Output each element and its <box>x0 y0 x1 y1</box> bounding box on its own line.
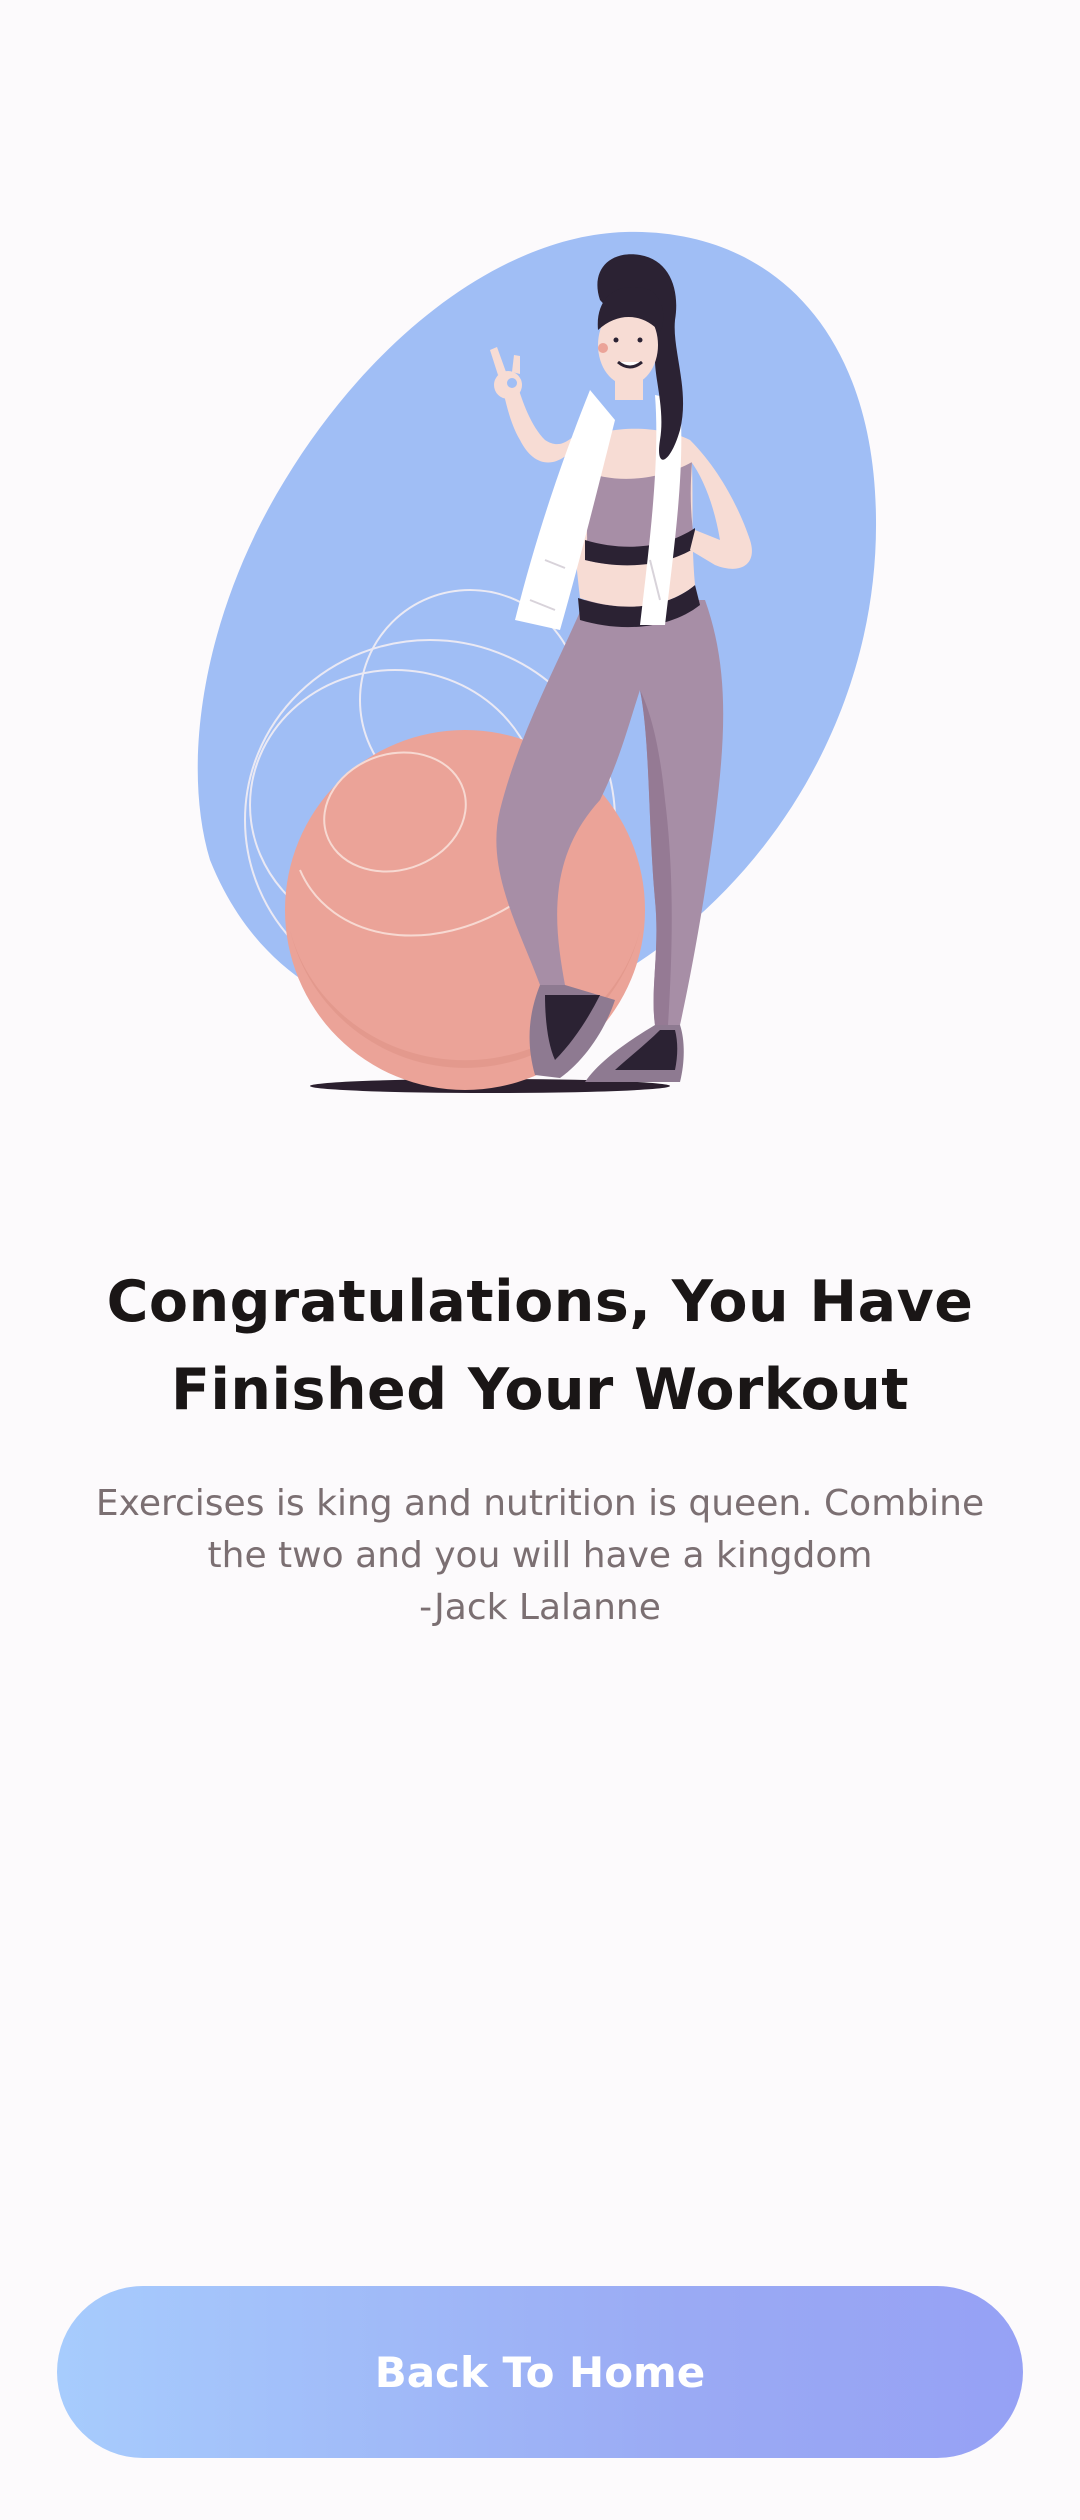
back-to-home-button[interactable]: Back To Home <box>57 2286 1023 2458</box>
workout-finished-illustration <box>197 231 877 1093</box>
title-line-2: Finished Your Workout <box>170 1357 910 1423</box>
quote-line-2: the two and you will have a kingdom <box>207 1535 873 1576</box>
quote-line-1: Exercises is king and nutrition is queen… <box>95 1483 985 1524</box>
title-line-1: Congratulations, You Have <box>106 1269 974 1335</box>
quote-author: -Jack Lalanne <box>419 1587 661 1628</box>
congratulations-title: Congratulations, You Have Finished Your … <box>60 1258 1020 1434</box>
motivational-quote: Exercises is king and nutrition is queen… <box>60 1478 1020 1634</box>
back-to-home-label: Back To Home <box>374 2347 706 2397</box>
